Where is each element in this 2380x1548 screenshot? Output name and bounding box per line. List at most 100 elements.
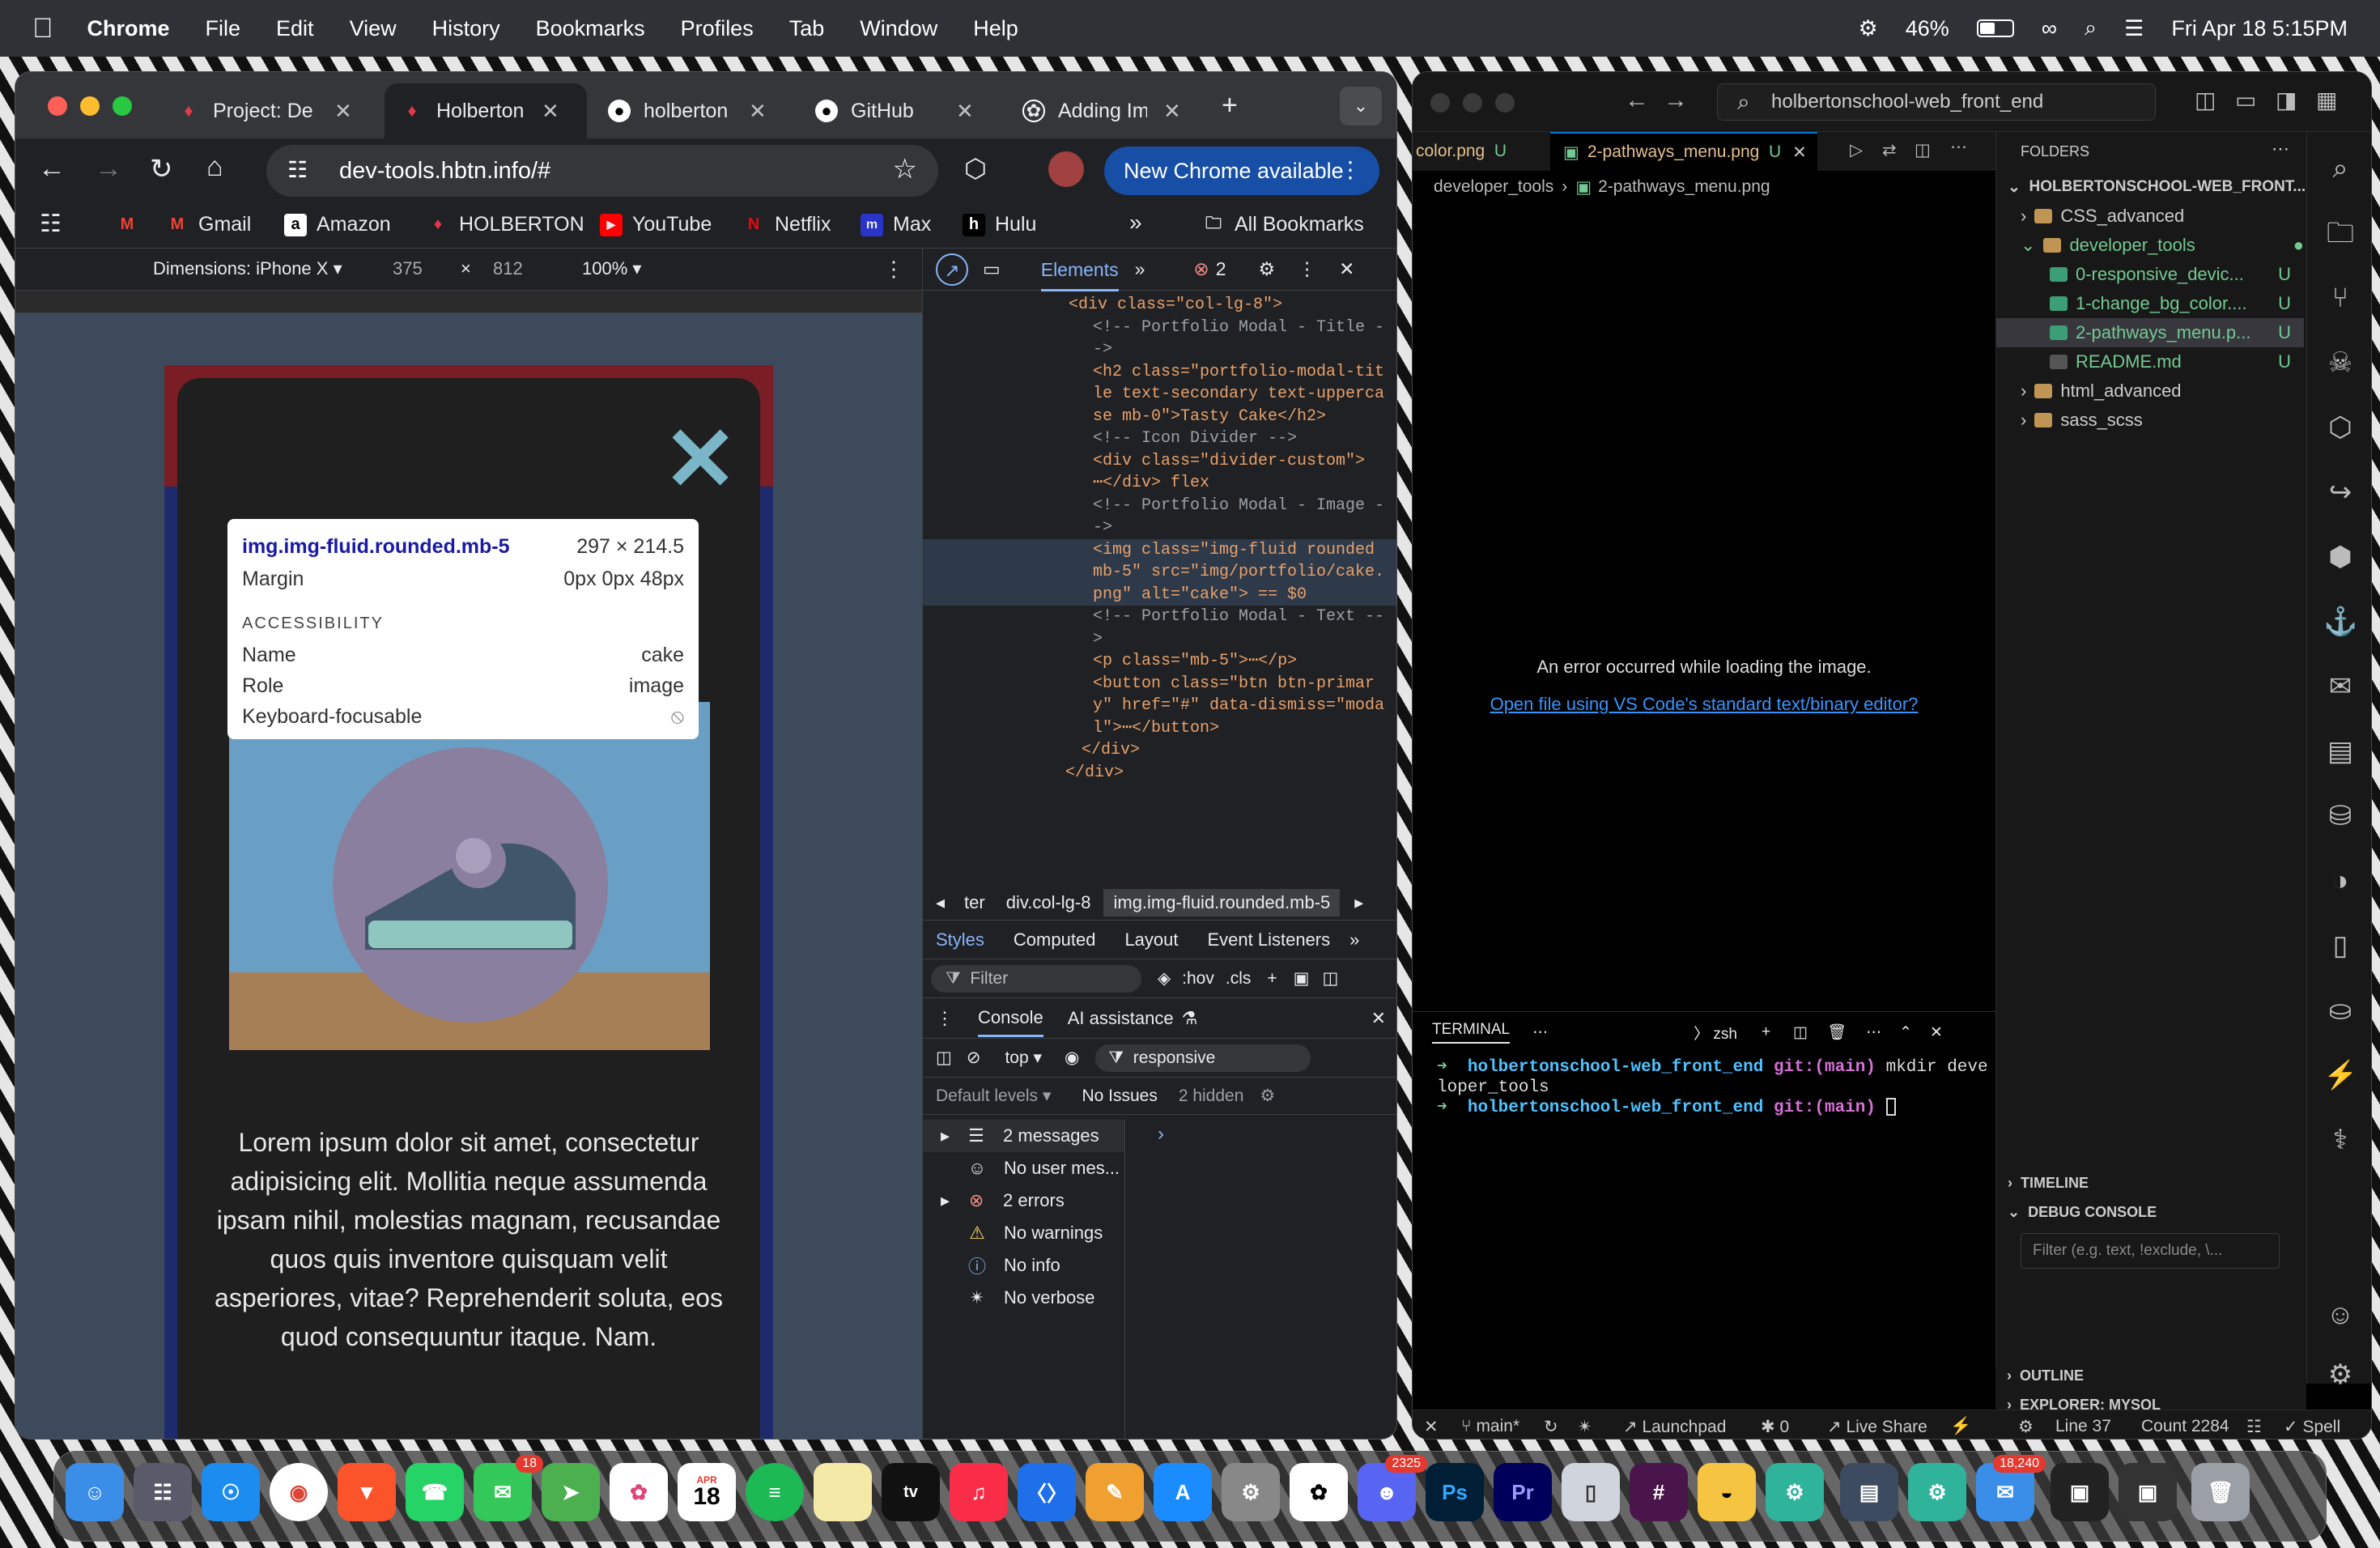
minimize-window-button[interactable] (1463, 93, 1482, 113)
mail-icon[interactable]: ✉ 18,240 (1976, 1455, 2046, 1521)
apple-tv-icon[interactable]: tv (882, 1463, 940, 1521)
more-horiz-icon[interactable]: ⋯ (1950, 137, 1967, 157)
cube-icon[interactable]: ⬢ (2323, 540, 2357, 574)
clear-console-icon[interactable]: ⊘ (967, 1048, 981, 1068)
live-share-icon[interactable]: ◑ (2323, 864, 2357, 898)
more-horiz-icon[interactable]: ⋯ (2272, 138, 2289, 159)
console-filter-verbose[interactable]: ✴ No verbose (923, 1282, 1124, 1314)
chat-icon[interactable]: ✉ (2323, 670, 2357, 704)
close-icon[interactable]: ✕ (542, 99, 559, 124)
docker-icon[interactable]: ⚓ (2323, 605, 2357, 639)
apple-icon[interactable]:  (32, 13, 53, 45)
spotify-icon[interactable]: ≡ (746, 1463, 804, 1521)
code-line[interactable]: <div class="divider-custom"> (923, 450, 1396, 473)
bug-icon[interactable]: ✴ (1578, 1417, 1592, 1437)
new-chrome-available-button[interactable]: New Chrome available ⋮ (1104, 147, 1379, 195)
code-line[interactable]: y" href="#" data-dismiss="moda (923, 695, 1396, 717)
open-with-text-editor-link[interactable]: Open file using VS Code's standard text/… (1413, 694, 1995, 715)
console-filter-errors[interactable]: ▸ ⊗ 2 errors (923, 1184, 1124, 1217)
layout-icon[interactable]: ▦ (2316, 87, 2337, 113)
sidebar-icon[interactable]: ◫ (936, 1048, 952, 1068)
console-filter-user[interactable]: ☺ No user mes... (923, 1152, 1124, 1184)
notifications-icon[interactable]: ☷ (2246, 1417, 2262, 1437)
maximize-panel-icon[interactable]: ⌃ (1899, 1023, 1912, 1042)
recent-window-icon[interactable]: ▣ (2051, 1463, 2109, 1521)
cursor-position[interactable]: Line 37 (2055, 1417, 2111, 1436)
premiere-icon[interactable]: Pr (1494, 1463, 1552, 1521)
error-icon[interactable]: ⊗ (1193, 258, 1209, 280)
close-icon[interactable]: ✕ (1163, 99, 1181, 124)
lightning-icon[interactable]: ⚡ (2323, 1058, 2357, 1092)
search-icon[interactable]: ⌕ (2085, 15, 2097, 41)
live-share[interactable]: ↗ Live Share (1827, 1417, 1927, 1437)
tab-event-listeners[interactable]: Event Listeners (1208, 929, 1331, 950)
menu-bookmarks[interactable]: Bookmarks (536, 16, 645, 41)
bookmark-amazon[interactable]: a Amazon (284, 213, 391, 236)
more-vert-icon[interactable]: ⋮ (1298, 258, 1316, 280)
tab-ai-assistance[interactable]: AI assistance (1068, 1008, 1174, 1029)
toggle-panel-icon[interactable]: ▭ (2235, 87, 2256, 113)
bookmark-hulu[interactable]: h Hulu (963, 213, 1036, 236)
music-icon[interactable]: ♫ (950, 1463, 1008, 1521)
source-control-icon[interactable]: ⑂ (2323, 281, 2357, 315)
recent-window-alt-icon[interactable]: ▣ (2119, 1463, 2177, 1521)
account-icon[interactable]: ☺ (2323, 1298, 2357, 1332)
code-line[interactable]: <button class="btn btn-primar (923, 673, 1396, 695)
error-count[interactable]: 2 (1216, 258, 1226, 280)
modal-close-icon[interactable]: ✕ (663, 415, 737, 504)
link-icon[interactable]: ∞ (2042, 16, 2057, 41)
console-filter-input[interactable]: ⧩ responsive (1095, 1044, 1311, 1072)
device-width-input[interactable]: 375 (393, 258, 423, 279)
code-line[interactable]: <h2 class="portfolio-modal-tit (923, 361, 1396, 384)
tree-item[interactable]: 0-responsive_devic... U (2050, 260, 2304, 289)
tree-item-selected[interactable]: 2-pathways_menu.p... U (1996, 318, 2304, 347)
code-line[interactable]: <!-- Portfolio Modal - Text -- (923, 606, 1396, 628)
debug-filter-input[interactable]: Filter (e.g. text, !exclude, \... (2021, 1233, 2280, 1269)
terminal-cursor[interactable] (1885, 1098, 1896, 1116)
debug-icon[interactable]: ☠ (2323, 346, 2357, 380)
close-icon[interactable]: ✕ (334, 99, 352, 124)
back-icon[interactable]: ← (38, 153, 66, 185)
eye-icon[interactable]: ◉ (1065, 1048, 1079, 1068)
tab-github[interactable]: ● GitHub ✕ (799, 83, 1001, 138)
spell-check[interactable]: ✓ Spell (2284, 1417, 2340, 1437)
tree-item[interactable]: 1-change_bg_color.... U (2050, 289, 2304, 318)
tree-item[interactable]: README.md U (2050, 347, 2304, 376)
lightning-icon[interactable]: ⚡ (1950, 1417, 1971, 1436)
tree-item[interactable]: › CSS_advanced (2021, 202, 2304, 231)
expand-icon[interactable]: ▸ (941, 1190, 950, 1211)
explorer-icon[interactable]: 🗀 (2323, 216, 2357, 250)
code-line[interactable]: le text-secondary text-upperca (923, 383, 1396, 406)
device-toggle-icon[interactable]: ▭ (983, 258, 1001, 280)
code-line[interactable]: -> (923, 517, 1396, 539)
bookmark-holberton[interactable]: ♦ HOLBERTON (427, 213, 584, 236)
all-bookmarks[interactable]: 🗀 All Bookmarks (1202, 213, 1364, 236)
control-center-icon[interactable]: ☰ (2124, 16, 2144, 41)
vscode-icon[interactable]: 〈〉 (1018, 1463, 1076, 1521)
trash-icon[interactable]: 🗑 (2191, 1463, 2250, 1521)
search-icon[interactable]: ⌕ (2323, 151, 2357, 185)
bookmark-gmail[interactable]: M Gmail (166, 213, 252, 236)
zoom-window-button[interactable] (1495, 93, 1515, 113)
photoshop-icon[interactable]: Ps (1426, 1463, 1484, 1521)
close-panel-icon[interactable]: ✕ (1930, 1023, 1943, 1042)
bookmark-gmail-icon-only[interactable]: M (116, 213, 138, 236)
crumb[interactable]: div.col-lg-8 (1006, 892, 1091, 913)
bookmark-youtube[interactable]: ▶ YouTube (600, 213, 712, 236)
messages-icon[interactable]: ✉ 18 (474, 1455, 543, 1521)
hov-toggle[interactable]: :hov (1182, 969, 1214, 989)
close-window-button[interactable] (48, 96, 67, 116)
tab-layout[interactable]: Layout (1124, 929, 1178, 950)
pages-icon[interactable]: ✎ (1086, 1463, 1144, 1521)
tree-item[interactable]: › html_advanced (2021, 376, 2304, 406)
address-bar[interactable]: ☷ dev-tools.hbtn.info/# ☆ (266, 145, 938, 197)
database-alt-icon[interactable]: ⛀ (2323, 993, 2357, 1027)
sidebar-toggle-icon[interactable]: ◫ (1322, 968, 1338, 989)
battery-icon[interactable] (1976, 19, 2014, 37)
tab-adding-images[interactable]: ✿ Adding Im ✕ (1006, 83, 1209, 138)
database-icon[interactable]: ⛁ (2323, 799, 2357, 833)
more-vert-icon[interactable]: ⋮ (1339, 156, 1362, 183)
settings-sync-icon[interactable]: ⚙ (2018, 1417, 2034, 1437)
word-count[interactable]: Count 2284 (2141, 1417, 2229, 1436)
code-line[interactable]: ⋯</div> flex (923, 472, 1396, 495)
